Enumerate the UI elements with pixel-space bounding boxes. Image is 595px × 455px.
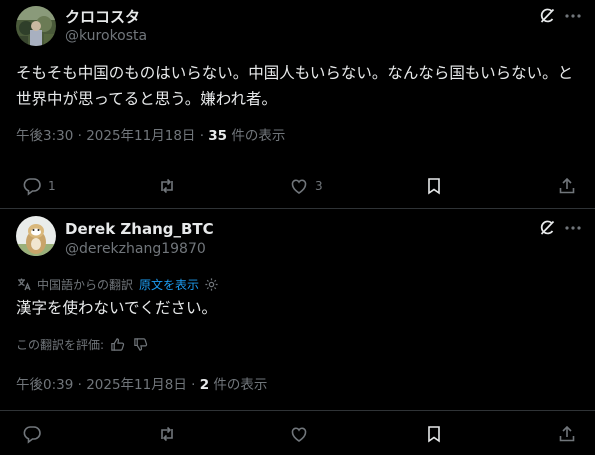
post-meta: 午後3:30 · 2025年11月18日 · 35 件の表示 [16, 124, 285, 144]
post-text: そもそも中国のものはいらない。中国人もいらない。なんなら国もいらない。と世界中が… [16, 64, 574, 108]
gear-icon[interactable] [204, 277, 219, 292]
reply-icon [23, 178, 41, 196]
repost-icon [161, 178, 173, 194]
share-icon [559, 177, 575, 194]
translate-icon [18, 278, 31, 291]
bookmark-button[interactable] [424, 423, 444, 445]
thumbs-down-icon[interactable] [133, 337, 148, 352]
reply-icon [23, 426, 41, 444]
thumbs-up-icon[interactable] [110, 337, 125, 352]
display-name[interactable]: クロコスタ [65, 6, 140, 27]
more-icon[interactable] [563, 6, 583, 26]
like-button[interactable] [289, 423, 309, 445]
translation-note: 中国語からの翻訳 [37, 277, 134, 292]
more-icon[interactable] [563, 218, 583, 238]
like-button[interactable]: 3 [289, 175, 323, 197]
views-label: 件の表示 [227, 128, 286, 144]
translation-note-row: 中国語からの翻訳 原文を表示 [16, 275, 219, 293]
show-original-link[interactable]: 原文を表示 [139, 276, 199, 293]
reply-count: 1 [48, 179, 56, 193]
post-derekzhang[interactable]: Derek Zhang_BTC @derekzhang19870 中国語からの翻… [0, 208, 595, 455]
grok-icon[interactable] [537, 218, 557, 238]
timestamp[interactable]: 午後0:39 · 2025年11月8日 · [16, 377, 200, 393]
avatar[interactable] [16, 6, 56, 46]
repost-button[interactable] [157, 175, 183, 197]
share-button[interactable] [557, 175, 577, 197]
repost-button[interactable] [157, 423, 177, 445]
timestamp[interactable]: 午後3:30 · 2025年11月18日 · [16, 128, 208, 144]
post-text: 漢字を使わないでください。 [16, 299, 218, 317]
bookmark-icon [428, 178, 440, 195]
share-button[interactable] [557, 423, 577, 445]
views-count: 2 [199, 377, 210, 393]
reply-button[interactable] [22, 423, 42, 445]
post-kurokosta[interactable]: クロコスタ @kurokosta そもそも中国のものはいらない。中国人もいらない… [0, 0, 595, 208]
user-handle[interactable]: @derekzhang19870 [65, 241, 206, 257]
views-label: 件の表示 [209, 377, 268, 393]
user-handle[interactable]: @kurokosta [65, 28, 147, 44]
views-count: 35 [208, 128, 228, 144]
rate-translation-label: この翻訳を評価: [16, 337, 105, 352]
share-icon [559, 425, 575, 442]
action-divider [0, 410, 595, 411]
avatar[interactable] [16, 216, 56, 256]
rate-translation-row: この翻訳を評価: [16, 335, 148, 353]
like-icon [291, 179, 307, 194]
grok-icon[interactable] [537, 6, 557, 26]
display-name[interactable]: Derek Zhang_BTC [65, 220, 214, 238]
bookmark-button[interactable] [424, 175, 444, 197]
post-meta: 午後0:39 · 2025年11月8日 · 2 件の表示 [16, 373, 267, 393]
reply-button[interactable]: 1 [22, 175, 56, 197]
like-icon [291, 427, 307, 442]
repost-icon [161, 426, 173, 442]
like-count: 3 [315, 179, 323, 193]
bookmark-icon [428, 426, 440, 443]
